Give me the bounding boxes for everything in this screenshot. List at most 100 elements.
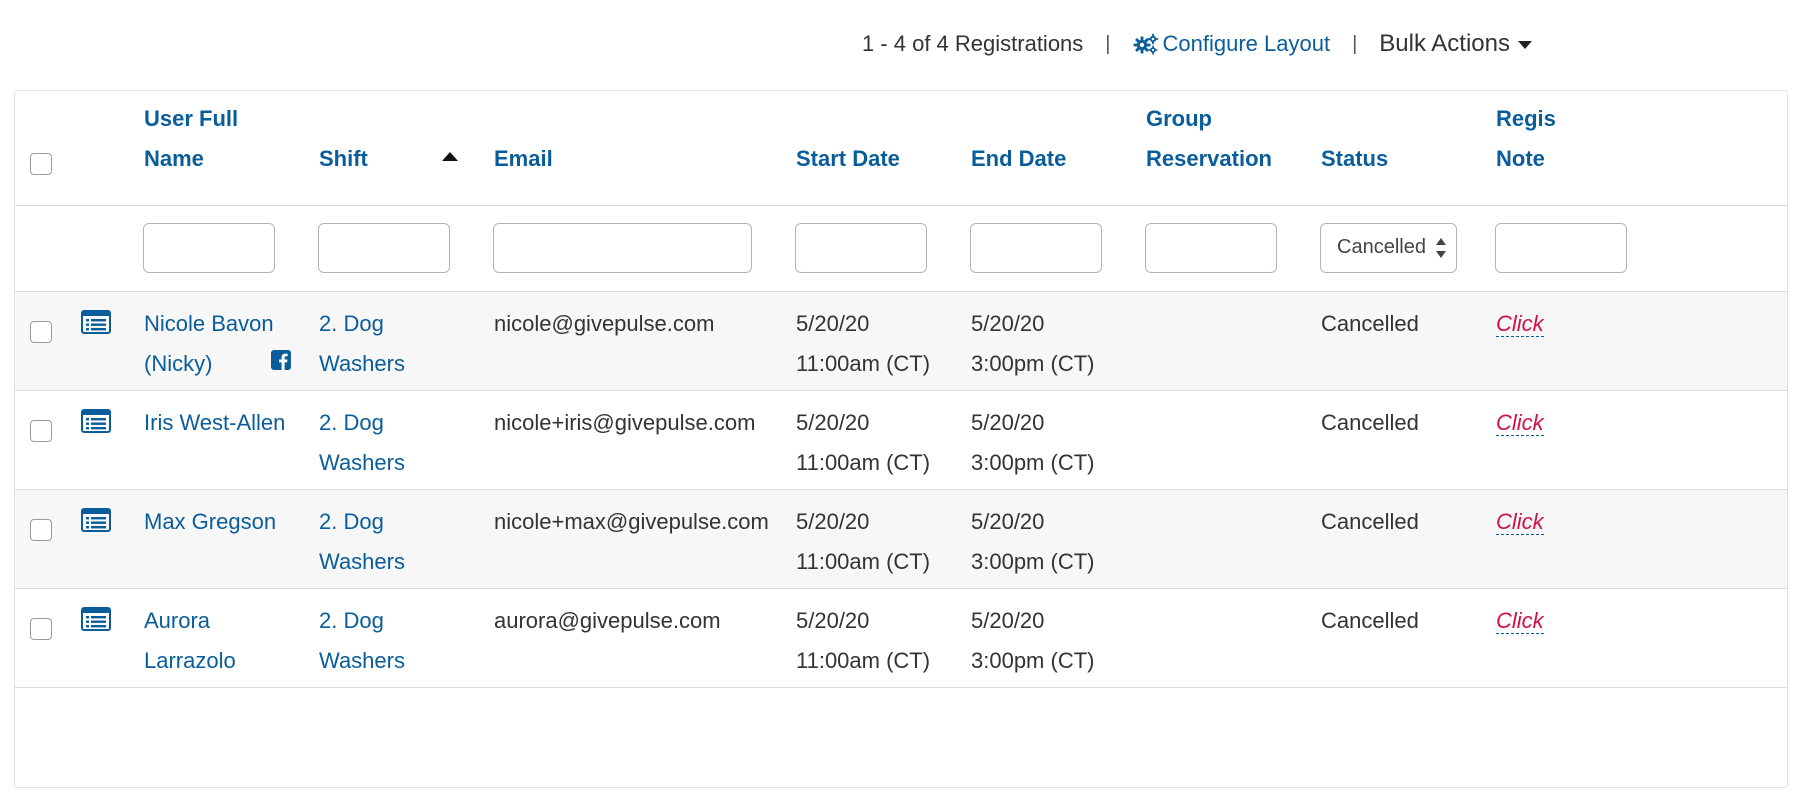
row-select-checkbox[interactable] [30, 618, 52, 640]
column-header-user-full-name[interactable]: User Full Name [144, 99, 238, 179]
end-date-cell: 5/20/20 3:00pm (CT) [971, 403, 1094, 483]
start-time-value: 11:00am (CT) [796, 648, 931, 673]
filter-status-value: Cancelled [1337, 236, 1426, 258]
start-time-value: 11:00am (CT) [796, 549, 931, 574]
toolbar-separator: | [1105, 32, 1111, 55]
user-full-name-link[interactable]: Aurora Larrazolo [144, 601, 236, 681]
list-details-icon[interactable] [81, 310, 111, 334]
start-date-value: 5/20/20 [796, 311, 870, 336]
filter-registration-note[interactable] [1495, 223, 1627, 273]
column-header-end-date[interactable]: End Date [971, 139, 1066, 179]
shift-name-line: 2. Dog [319, 311, 384, 336]
configure-layout-link[interactable]: Configure Layout [1133, 31, 1331, 57]
user-full-name-link[interactable]: Nicole Bavon (Nicky) [144, 304, 274, 384]
filter-group-reservation[interactable] [1145, 223, 1277, 273]
list-details-icon[interactable] [81, 409, 111, 433]
filter-end-date[interactable] [970, 223, 1102, 273]
status-cell: Cancelled [1321, 311, 1419, 336]
column-header-start-date[interactable]: Start Date [796, 139, 900, 179]
start-date-cell: 5/20/20 11:00am (CT) [796, 502, 930, 582]
gears-icon [1133, 33, 1158, 55]
shift-name-line: 2. Dog [319, 410, 384, 435]
shift-name-line: Washers [319, 648, 405, 673]
filter-user-full-name[interactable] [143, 223, 275, 273]
shift-name-line: Washers [319, 549, 405, 574]
start-time-value: 11:00am (CT) [796, 351, 931, 376]
filter-status-select[interactable]: Cancelled [1320, 223, 1457, 273]
status-cell: Cancelled [1321, 509, 1419, 534]
table-row: Nicole Bavon (Nicky) 2. Dog Washers nico… [15, 292, 1787, 391]
shift-link[interactable]: 2. Dog Washers [319, 502, 405, 582]
end-time-value: 3:00pm (CT) [971, 450, 1095, 475]
end-date-value: 5/20/20 [971, 410, 1045, 435]
sort-asc-icon[interactable] [442, 152, 458, 161]
registration-note-cell: Click [1496, 601, 1544, 641]
shift-name-line: Washers [319, 351, 405, 376]
registration-note-link[interactable]: Click [1496, 410, 1544, 436]
header-label-line: Regis [1496, 106, 1556, 131]
user-name-line: Max Gregson [144, 509, 277, 534]
email-cell: nicole+max@givepulse.com [494, 509, 769, 534]
header-label-line: Reservation [1146, 146, 1272, 171]
end-date-value: 5/20/20 [971, 509, 1045, 534]
shift-name-line: 2. Dog [319, 608, 384, 633]
email-cell: nicole@givepulse.com [494, 311, 715, 336]
toolbar-separator: | [1352, 32, 1358, 55]
start-date-cell: 5/20/20 11:00am (CT) [796, 304, 930, 384]
filter-shift[interactable] [318, 223, 450, 273]
user-full-name-link[interactable]: Iris West-Allen [144, 403, 285, 443]
column-header-registration-note[interactable]: Regis Note [1496, 99, 1556, 179]
registration-note-link[interactable]: Click [1496, 608, 1544, 634]
list-details-icon[interactable] [81, 607, 111, 631]
user-name-line: Larrazolo [144, 648, 236, 673]
row-select-checkbox[interactable] [30, 321, 52, 343]
end-date-value: 5/20/20 [971, 608, 1045, 633]
end-date-cell: 5/20/20 3:00pm (CT) [971, 304, 1094, 384]
header-label-line: Note [1496, 146, 1545, 171]
end-time-value: 3:00pm (CT) [971, 549, 1095, 574]
row-select-checkbox[interactable] [30, 519, 52, 541]
shift-name-line: 2. Dog [319, 509, 384, 534]
user-full-name-link[interactable]: Max Gregson [144, 502, 276, 542]
start-time-value: 11:00am (CT) [796, 450, 931, 475]
shift-link[interactable]: 2. Dog Washers [319, 304, 405, 384]
column-header-shift[interactable]: Shift [319, 139, 368, 179]
list-details-icon[interactable] [81, 508, 111, 532]
configure-layout-label: Configure Layout [1162, 31, 1331, 56]
column-header-email[interactable]: Email [494, 139, 553, 179]
end-date-value: 5/20/20 [971, 311, 1045, 336]
user-name-line: Iris West-Allen [144, 410, 286, 435]
filter-row: Cancelled [15, 206, 1787, 292]
row-select-checkbox[interactable] [30, 420, 52, 442]
table-header: User Full Name Shift Email Start Date En… [15, 91, 1787, 206]
column-header-group-reservation[interactable]: Group Reservation [1146, 99, 1272, 179]
email-cell: nicole+iris@givepulse.com [494, 410, 756, 435]
registration-note-link[interactable]: Click [1496, 509, 1544, 535]
bulk-actions-dropdown[interactable]: Bulk Actions [1379, 30, 1532, 58]
registration-note-link[interactable]: Click [1496, 311, 1544, 337]
bulk-actions-label: Bulk Actions [1379, 30, 1510, 57]
end-time-value: 3:00pm (CT) [971, 351, 1095, 376]
header-label-line: Name [144, 146, 204, 171]
start-date-value: 5/20/20 [796, 509, 870, 534]
shift-link[interactable]: 2. Dog Washers [319, 601, 405, 681]
end-date-cell: 5/20/20 3:00pm (CT) [971, 601, 1094, 681]
registration-note-cell: Click [1496, 304, 1544, 344]
filter-email[interactable] [493, 223, 752, 273]
status-cell: Cancelled [1321, 410, 1419, 435]
filter-start-date[interactable] [795, 223, 927, 273]
start-date-value: 5/20/20 [796, 410, 870, 435]
shift-link[interactable]: 2. Dog Washers [319, 403, 405, 483]
registration-note-cell: Click [1496, 502, 1544, 542]
table-row: Aurora Larrazolo 2. Dog Washers aurora@g… [15, 589, 1787, 688]
column-header-status[interactable]: Status [1321, 139, 1388, 179]
registration-note-cell: Click [1496, 403, 1544, 443]
user-name-line: Nicole Bavon [144, 311, 274, 336]
user-name-line: (Nicky) [144, 351, 213, 376]
table-toolbar: 1 - 4 of 4 Registrations | Configure Lay… [862, 24, 1532, 64]
facebook-icon[interactable] [271, 350, 291, 370]
caret-down-icon [1518, 41, 1532, 49]
user-name-line: Aurora [144, 608, 211, 633]
select-all-checkbox[interactable] [30, 153, 52, 175]
select-arrows-icon [1436, 238, 1446, 258]
